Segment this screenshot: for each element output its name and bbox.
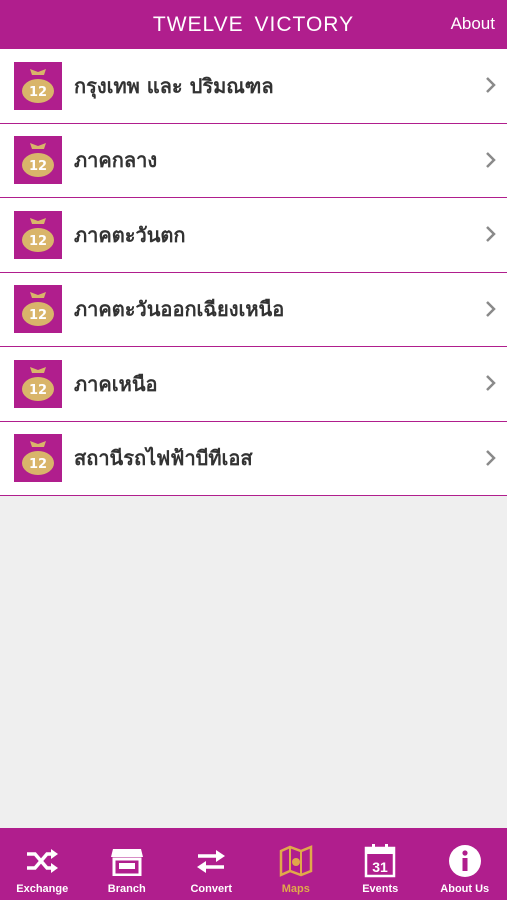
region-row-west[interactable]: 12 ภาคตะวันตก	[0, 198, 507, 273]
money-bag-icon: 12	[14, 210, 62, 259]
tab-bar: Exchange Branch Convert Maps 31 Events A…	[0, 828, 507, 900]
tab-about-us[interactable]: About Us	[423, 828, 507, 900]
money-bag-icon: 12	[14, 434, 62, 483]
svg-text:12: 12	[29, 308, 47, 323]
app-title: TWELVE VICTORY	[152, 12, 355, 36]
chevron-right-icon	[486, 226, 496, 242]
tab-label: Events	[362, 883, 399, 895]
tab-label: Maps	[281, 883, 310, 895]
tab-label: Exchange	[16, 883, 69, 895]
region-row-central[interactable]: 12 ภาคกลาง	[0, 123, 507, 198]
tab-label: Convert	[190, 883, 233, 895]
swap-arrows-icon	[193, 843, 229, 879]
svg-text:31: 31	[372, 859, 388, 875]
svg-text:12: 12	[29, 234, 47, 249]
tab-events[interactable]: 31 Events	[338, 828, 423, 900]
info-icon	[447, 843, 483, 879]
region-list: 12 กรุงเทพ และ ปริมณฑล 12 ภาคกลาง 12 ภาค…	[0, 49, 507, 496]
chevron-right-icon	[486, 300, 496, 317]
chevron-right-icon	[486, 375, 496, 391]
tab-convert[interactable]: Convert	[169, 828, 254, 900]
money-bag-icon: 12	[14, 285, 62, 334]
region-label: สถานีรถไฟฟ้าบีทีเอส	[74, 446, 253, 471]
svg-text:12: 12	[29, 85, 47, 100]
shuffle-icon	[24, 843, 60, 879]
svg-text:12: 12	[29, 457, 47, 472]
store-icon	[109, 843, 145, 879]
svg-text:12: 12	[29, 159, 47, 174]
region-row-bts[interactable]: 12 สถานีรถไฟฟ้าบีทีเอส	[0, 421, 507, 496]
svg-text:12: 12	[29, 383, 47, 398]
region-label: ภาคตะวันตก	[74, 222, 186, 247]
chevron-right-icon	[486, 449, 496, 466]
tab-exchange[interactable]: Exchange	[0, 828, 85, 900]
money-bag-icon: 12	[14, 61, 62, 110]
about-button[interactable]: About	[451, 14, 495, 34]
region-row-northeast[interactable]: 12 ภาคตะวันออกเฉียงเหนือ	[0, 272, 507, 347]
region-label: กรุงเทพ และ ปริมณฑล	[74, 73, 274, 98]
map-icon	[278, 843, 314, 879]
money-bag-icon: 12	[14, 136, 62, 185]
tab-label: Branch	[107, 883, 146, 895]
chevron-right-icon	[486, 77, 496, 93]
region-row-north[interactable]: 12 ภาคเหนือ	[0, 347, 507, 422]
navigation-bar: TWELVE VICTORY About	[0, 0, 507, 49]
tab-label: About Us	[440, 883, 490, 895]
region-label: ภาคตะวันออกเฉียงเหนือ	[74, 297, 285, 322]
money-bag-icon: 12	[14, 359, 62, 408]
calendar-icon: 31	[362, 843, 398, 879]
tab-branch[interactable]: Branch	[85, 828, 170, 900]
chevron-right-icon	[486, 151, 496, 168]
region-label: ภาคกลาง	[74, 148, 158, 173]
tab-maps[interactable]: Maps	[254, 828, 339, 900]
region-label: ภาคเหนือ	[74, 371, 158, 396]
region-row-bangkok[interactable]: 12 กรุงเทพ และ ปริมณฑล	[0, 49, 507, 124]
